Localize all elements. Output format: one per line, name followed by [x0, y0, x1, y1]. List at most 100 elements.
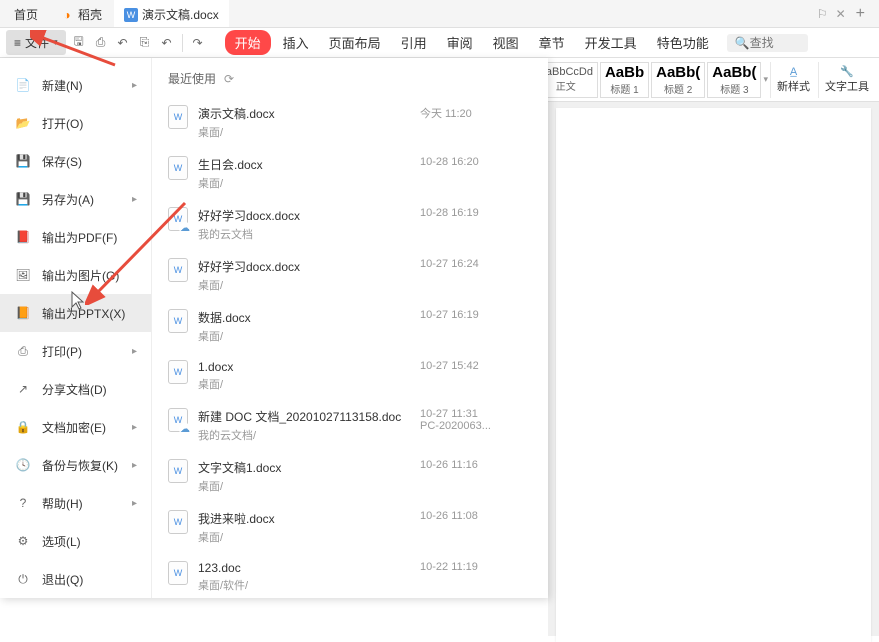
recent-item[interactable]: W 生日会.docx 桌面/ 10-28 16:20 ▸: [168, 148, 532, 199]
file-menu-item-backup[interactable]: 🕓 备份与恢复(K) ▸: [0, 446, 151, 484]
file-menu-label: 退出(Q): [42, 571, 83, 588]
recent-info: 数据.docx 桌面/: [198, 309, 410, 344]
recent-item[interactable]: W 我进来啦.docx 桌面/ 10-26 11:08 ▸: [168, 502, 532, 553]
search-box[interactable]: 🔍: [727, 34, 808, 52]
menu-tab-start[interactable]: 开始: [225, 30, 271, 55]
open-icon: 📂: [14, 114, 32, 132]
refresh-icon[interactable]: ⟳: [224, 72, 234, 86]
recent-file-time: 10-28 16:20: [420, 156, 510, 168]
recent-file-path: 桌面/: [198, 529, 410, 545]
style-label: 正文: [556, 78, 576, 93]
file-dropdown: 📄 新建(N) ▸📂 打开(O) 💾 保存(S) 💾 另存为(A) ▸📕 输出为…: [0, 58, 548, 598]
new-style-button[interactable]: A̲ 新样式: [770, 62, 816, 98]
chevron-right-icon: ▸: [132, 80, 137, 91]
file-type-icon: W: [168, 459, 188, 483]
recent-item[interactable]: W 好好学习docx.docx 桌面/ 10-27 16:24 ▸: [168, 250, 532, 301]
style-preview: AaBb(: [656, 64, 700, 81]
file-type-icon: W: [168, 156, 188, 180]
search-input[interactable]: [750, 36, 800, 50]
redo-icon[interactable]: ↷: [189, 34, 207, 52]
tab-document[interactable]: W 演示文稿.docx: [114, 0, 229, 27]
menu-tab-chapter[interactable]: 章节: [531, 29, 573, 56]
chevron-right-icon: ▸: [132, 194, 137, 205]
undo-icon[interactable]: ↶: [114, 34, 132, 52]
print-icon: ⎙: [14, 342, 32, 360]
file-menu-item-options[interactable]: ⚙ 选项(L): [0, 522, 151, 560]
file-menu-label: 另存为(A): [42, 191, 94, 208]
style-heading1[interactable]: AaBb 标题 1: [600, 62, 649, 98]
menu-tab-review[interactable]: 审阅: [439, 29, 481, 56]
encrypt-icon: 🔒: [14, 418, 32, 436]
menu-tab-insert[interactable]: 插入: [275, 29, 317, 56]
file-menu-label: 输出为PDF(F): [42, 229, 117, 246]
recent-file-path: 桌面/: [198, 328, 410, 344]
recent-item[interactable]: W 123.doc 桌面/软件/ 10-22 11:19 ▸: [168, 553, 532, 598]
tab-document-label: 演示文稿.docx: [142, 6, 219, 23]
recent-file-time: 10-26 11:16: [420, 459, 510, 471]
file-menu-label: 打印(P): [42, 343, 82, 360]
recent-file-name: 1.docx: [198, 360, 410, 374]
file-menu-item-saveas[interactable]: 💾 另存为(A) ▸: [0, 180, 151, 218]
save-icon[interactable]: 🖫: [70, 34, 88, 52]
file-button[interactable]: ≡ 文件 ▾: [6, 30, 66, 55]
styles-ribbon: AaBbCcDd 正文 AaBb 标题 1 AaBb( 标题 2 AaBb( 标…: [530, 58, 879, 102]
backup-icon: 🕓: [14, 456, 32, 474]
file-menu-item-img[interactable]: 🖼 输出为图片(G): [0, 256, 151, 294]
tab-home[interactable]: 首页: [4, 0, 48, 27]
style-heading3[interactable]: AaBb( 标题 3: [707, 62, 761, 98]
file-menu-label: 保存(S): [42, 153, 82, 170]
new-style-label: 新样式: [777, 78, 810, 94]
file-menu-label: 备份与恢复(K): [42, 457, 118, 474]
pin-icon[interactable]: ⚐: [817, 7, 828, 21]
file-menu-item-open[interactable]: 📂 打开(O): [0, 104, 151, 142]
recent-file-name: 演示文稿.docx: [198, 105, 410, 122]
toolbar: ≡ 文件 ▾ 🖫 ⎙ ↶ ⎘ ↶ ↷ 开始 插入 页面布局 引用 审阅 视图 章…: [0, 28, 879, 58]
menu-tab-devtools[interactable]: 开发工具: [577, 29, 645, 56]
file-type-icon: W: [168, 408, 188, 432]
recent-file-time: 10-27 15:42: [420, 360, 510, 372]
menu-tab-view[interactable]: 视图: [485, 29, 527, 56]
style-heading2[interactable]: AaBb( 标题 2: [651, 62, 705, 98]
file-menu-item-new[interactable]: 📄 新建(N) ▸: [0, 66, 151, 104]
recent-file-name: 新建 DOC 文档_20201027113158.doc: [198, 408, 410, 425]
pdf-icon: 📕: [14, 228, 32, 246]
text-tools-label: 文字工具: [825, 78, 869, 94]
menu-tab-pagelayout[interactable]: 页面布局: [321, 29, 389, 56]
recent-file-time: 10-27 16:19: [420, 309, 510, 321]
style-label: 标题 2: [664, 81, 692, 96]
file-type-icon: W: [168, 561, 188, 585]
print-preview-icon[interactable]: ⎘: [136, 34, 154, 52]
recent-item[interactable]: W 演示文稿.docx 桌面/ 今天 11:20 ▸: [168, 97, 532, 148]
file-menu-item-encrypt[interactable]: 🔒 文档加密(E) ▸: [0, 408, 151, 446]
menu-tab-references[interactable]: 引用: [393, 29, 435, 56]
new-style-icon: A̲: [790, 66, 797, 78]
undo2-icon[interactable]: ↶: [158, 34, 176, 52]
recent-file-name: 好好学习docx.docx: [198, 258, 410, 275]
word-doc-icon: W: [124, 8, 138, 22]
file-menu-item-pdf[interactable]: 📕 输出为PDF(F): [0, 218, 151, 256]
menu-tab-special[interactable]: 特色功能: [649, 29, 717, 56]
file-menu-label: 打开(O): [42, 115, 83, 132]
text-tools-button[interactable]: 🔧 文字工具: [818, 62, 875, 98]
recent-item[interactable]: W 好好学习docx.docx 我的云文档 10-28 16:19 ▸: [168, 199, 532, 250]
recent-item[interactable]: W 新建 DOC 文档_20201027113158.doc 我的云文档/ 10…: [168, 400, 532, 451]
file-menu-item-help[interactable]: ? 帮助(H) ▸: [0, 484, 151, 522]
recent-file-path: 桌面/: [198, 478, 410, 494]
file-menu-item-exit[interactable]: ⏻ 退出(Q): [0, 560, 151, 598]
new-tab-button[interactable]: +: [846, 5, 875, 23]
exit-icon: ⏻: [14, 570, 32, 588]
file-menu-item-print[interactable]: ⎙ 打印(P) ▸: [0, 332, 151, 370]
tab-daoke[interactable]: ◑ 稻壳: [50, 0, 112, 27]
recent-item[interactable]: W 数据.docx 桌面/ 10-27 16:19 ▸: [168, 301, 532, 352]
page[interactable]: [556, 108, 871, 642]
close-icon[interactable]: ✕: [836, 7, 846, 21]
file-type-icon: W: [168, 360, 188, 384]
print-quick-icon[interactable]: ⎙: [92, 34, 110, 52]
recent-item[interactable]: W 1.docx 桌面/ 10-27 15:42 ▸: [168, 352, 532, 400]
file-menu-item-save[interactable]: 💾 保存(S): [0, 142, 151, 180]
chevron-right-icon: ▸: [132, 422, 137, 433]
file-button-label: 文件: [25, 34, 49, 51]
file-menu-item-share[interactable]: ↗ 分享文档(D): [0, 370, 151, 408]
wrench-icon: 🔧: [840, 65, 854, 78]
recent-item[interactable]: W 文字文稿1.docx 桌面/ 10-26 11:16 ▸: [168, 451, 532, 502]
